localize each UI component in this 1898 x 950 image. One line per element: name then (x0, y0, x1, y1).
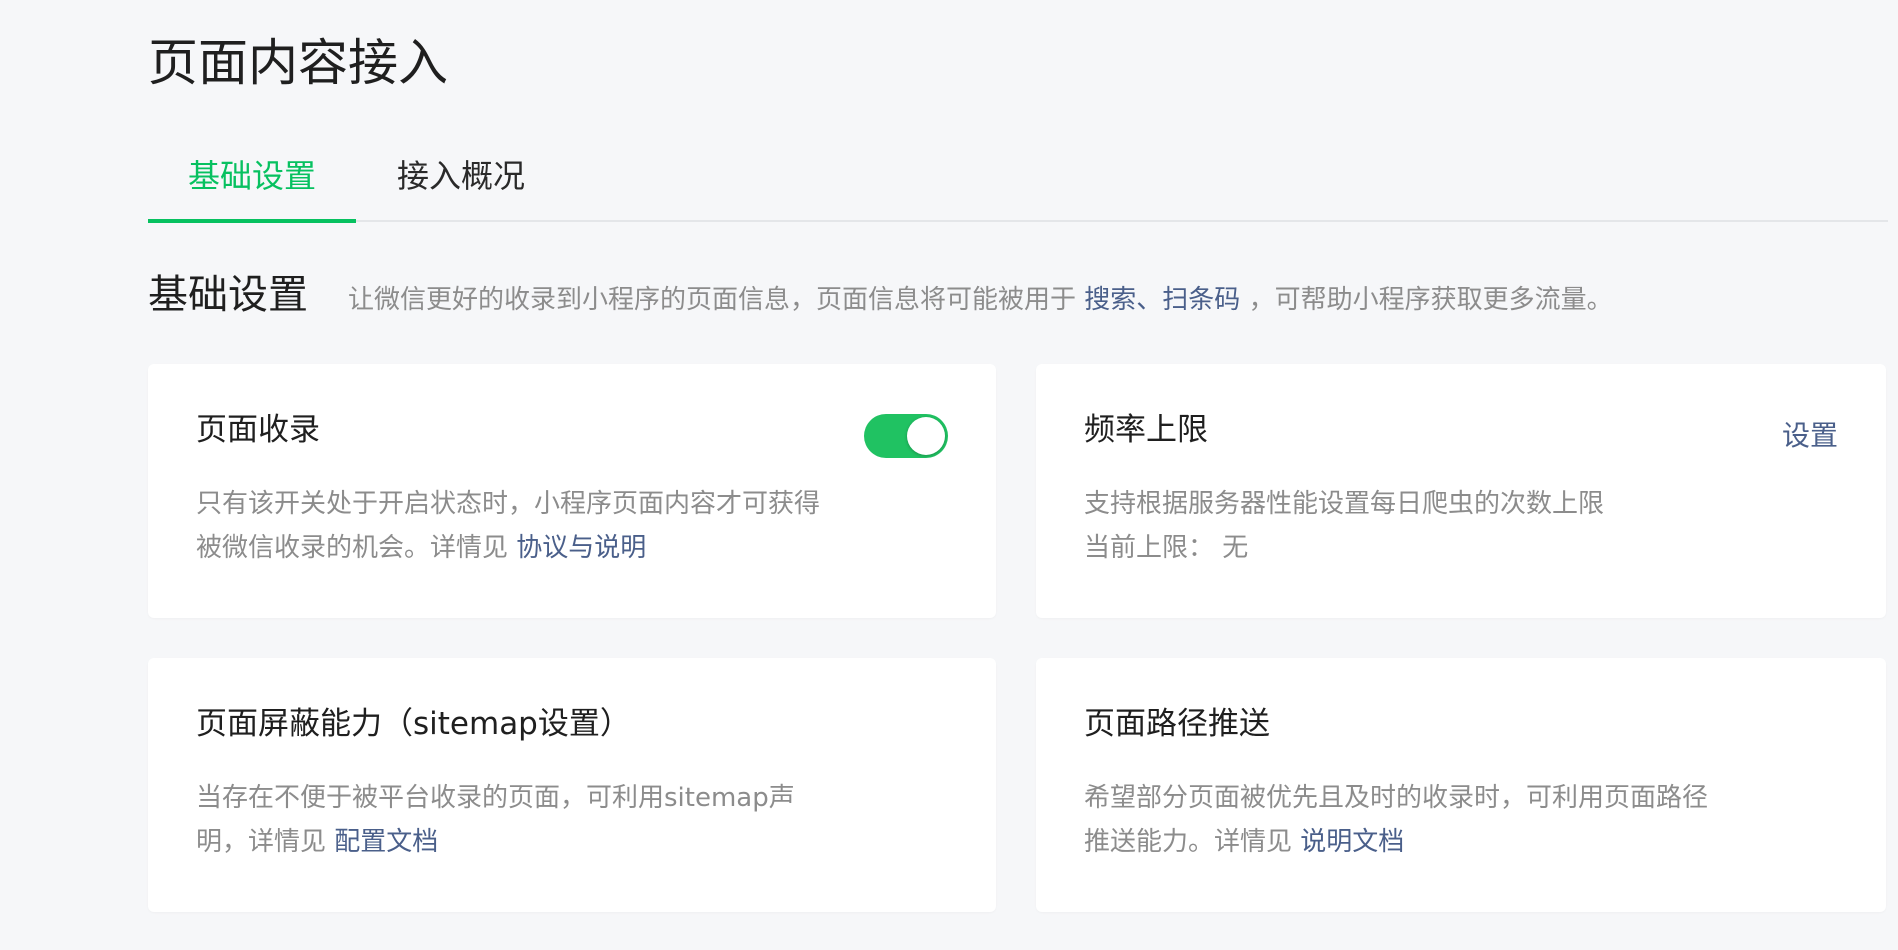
page-index-title: 页面收录 (196, 412, 320, 448)
agreement-link[interactable]: 协议与说明 (516, 533, 646, 563)
path-push-title: 页面路径推送 (1084, 706, 1270, 742)
toggle-knob (907, 417, 945, 455)
page-index-toggle[interactable] (864, 414, 948, 458)
active-tab-indicator (148, 219, 356, 223)
tab-bar: 基础设置 接入概况 (148, 140, 1888, 223)
page-title: 页面内容接入 (148, 34, 448, 92)
path-push-card: 页面路径推送 希望部分页面被优先且及时的收录时，可利用页面路径 推送能力。详情见… (1036, 658, 1886, 912)
rate-limit-description: 支持根据服务器性能设置每日爬虫的次数上限 当前上限： 无 (1084, 482, 1764, 570)
page-index-card: 页面收录 只有该开关处于开启状态时，小程序页面内容才可获得 被微信收录的机会。详… (148, 364, 996, 618)
sitemap-card: 页面屏蔽能力（sitemap设置） 当存在不便于被平台收录的页面，可利用site… (148, 658, 996, 912)
explanation-doc-link[interactable]: 说明文档 (1300, 827, 1404, 857)
config-doc-link[interactable]: 配置文档 (334, 827, 438, 857)
section-desc-prefix: 让微信更好的收录到小程序的页面信息，页面信息将可能被用于 (348, 285, 1077, 315)
path-push-desc-line2: 推送能力。详情见 (1084, 827, 1293, 857)
tab-access-overview[interactable]: 接入概况 (356, 140, 566, 220)
sitemap-desc-line2-wrap: 明，详情见 配置文档 (196, 820, 876, 864)
rate-limit-settings-link[interactable]: 设置 (1782, 414, 1838, 454)
current-limit-row: 当前上限： 无 (1084, 526, 1764, 570)
tab-basic-settings[interactable]: 基础设置 (148, 140, 356, 220)
path-push-description: 希望部分页面被优先且及时的收录时，可利用页面路径 推送能力。详情见 说明文档 (1084, 776, 1764, 864)
page-index-desc-line2: 被微信收录的机会。详情见 (196, 533, 509, 563)
section-header: 基础设置 让微信更好的收录到小程序的页面信息，页面信息将可能被用于 搜索、扫条码… (148, 262, 1613, 324)
page-index-desc-line1: 只有该开关处于开启状态时，小程序页面内容才可获得 (196, 489, 821, 519)
current-limit-value: 无 (1222, 533, 1249, 563)
page-content-access: 页面内容接入 基础设置 接入概况 基础设置 让微信更好的收录到小程序的页面信息，… (0, 0, 1898, 950)
rate-limit-title: 频率上限 (1084, 412, 1208, 448)
section-description: 让微信更好的收录到小程序的页面信息，页面信息将可能被用于 搜索、扫条码 ，可帮助… (348, 279, 1613, 316)
section-desc-suffix: ，可帮助小程序获取更多流量。 (1248, 285, 1613, 315)
sitemap-description: 当存在不便于被平台收录的页面，可利用sitemap声 明，详情见 配置文档 (196, 776, 876, 864)
path-push-desc-line2-wrap: 推送能力。详情见 说明文档 (1084, 820, 1764, 864)
sitemap-title: 页面屏蔽能力（sitemap设置） (196, 706, 631, 742)
sitemap-desc-line2: 明，详情见 (196, 827, 327, 857)
sitemap-desc-line1: 当存在不便于被平台收录的页面，可利用sitemap声 (196, 783, 795, 813)
rate-limit-card: 频率上限 设置 支持根据服务器性能设置每日爬虫的次数上限 当前上限： 无 (1036, 364, 1886, 618)
page-index-desc-line2-wrap: 被微信收录的机会。详情见 协议与说明 (196, 526, 876, 570)
rate-limit-desc-line1: 支持根据服务器性能设置每日爬虫的次数上限 (1084, 489, 1605, 519)
current-limit-label: 当前上限： (1084, 533, 1215, 563)
section-title: 基础设置 (148, 272, 308, 318)
search-scan-link[interactable]: 搜索、扫条码 (1084, 285, 1240, 315)
path-push-desc-line1: 希望部分页面被优先且及时的收录时，可利用页面路径 (1084, 783, 1709, 813)
page-index-description: 只有该开关处于开启状态时，小程序页面内容才可获得 被微信收录的机会。详情见 协议… (196, 482, 876, 570)
